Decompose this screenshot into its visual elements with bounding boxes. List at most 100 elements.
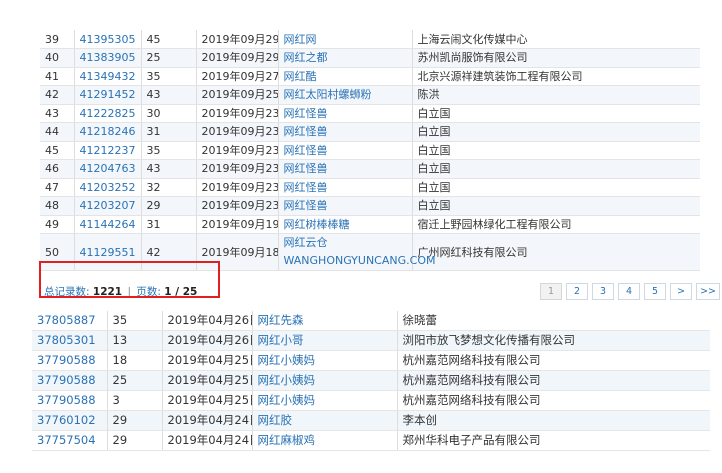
registration-number-link[interactable]: 41203207 bbox=[74, 196, 142, 216]
table-row: 37760102 29 2019年04月24日 网红胶 李本创 bbox=[32, 410, 710, 431]
registration-number-link[interactable]: 41349432 bbox=[74, 67, 142, 86]
class-number: 31 bbox=[141, 215, 197, 234]
trademark-table-top: 3941395305452019年09月29日网红网上海云闹文化传媒中心4041… bbox=[40, 30, 700, 271]
pages-label: 页数: bbox=[136, 286, 161, 298]
page-3-button[interactable]: 3 bbox=[592, 283, 615, 300]
application-date: 2019年04月25日 bbox=[162, 350, 253, 372]
trademark-name-link[interactable]: 网红之都 bbox=[278, 48, 413, 68]
class-number: 43 bbox=[141, 85, 197, 105]
total-label: 总记录数: bbox=[44, 286, 90, 298]
registration-number-link[interactable]: 41291452 bbox=[74, 85, 142, 105]
applicant-name: 白立国 bbox=[412, 159, 700, 179]
applicant-name: 北京兴源祥建筑装饰工程有限公司 bbox=[412, 67, 700, 86]
page-5-button[interactable]: 5 bbox=[644, 283, 667, 300]
class-number: 35 bbox=[141, 141, 197, 160]
registration-number-link[interactable]: 37760102 bbox=[32, 410, 108, 431]
applicant-name: 陈洪 bbox=[412, 85, 700, 105]
application-date: 2019年09月23日 bbox=[196, 122, 279, 142]
page-2-button[interactable]: 2 bbox=[566, 283, 589, 300]
table-row: 4741203252322019年09月23日网红怪兽白立国 bbox=[40, 178, 700, 197]
table-row: 3941395305452019年09月29日网红网上海云闹文化传媒中心 bbox=[40, 30, 700, 49]
application-date: 2019年09月18日 bbox=[196, 233, 279, 271]
class-number: 29 bbox=[107, 430, 163, 451]
row-number: 50 bbox=[40, 233, 75, 271]
class-number: 18 bbox=[107, 350, 163, 372]
application-date: 2019年09月27日 bbox=[196, 67, 279, 86]
class-number: 29 bbox=[107, 410, 163, 431]
row-number: 46 bbox=[40, 159, 75, 179]
table-row: 37805887 35 2019年04月26日 网红先森 徐晓蕾 bbox=[32, 311, 710, 332]
applicant-name: 郑州华科电子产品有限公司 bbox=[397, 430, 710, 451]
trademark-name-link[interactable]: 网红怪兽 bbox=[278, 178, 413, 197]
pagination: 1 2 3 4 5 > >> bbox=[540, 283, 720, 300]
last-page-button[interactable]: >> bbox=[696, 283, 720, 300]
trademark-name-link[interactable]: 网红云仓 WANGHONGYUNCANG.COM bbox=[278, 233, 435, 271]
trademark-name-link[interactable]: 网红怪兽 bbox=[278, 141, 413, 160]
record-summary: 总记录数: 1221 | 页数: 1 / 25 bbox=[44, 284, 197, 299]
class-number: 13 bbox=[107, 330, 163, 352]
trademark-name-link[interactable]: 网红怪兽 bbox=[278, 122, 413, 142]
class-number: 29 bbox=[141, 196, 197, 216]
registration-number-link[interactable]: 37790588 bbox=[32, 390, 108, 411]
trademark-name-link[interactable]: 网红网 bbox=[278, 30, 413, 49]
trademark-name-link[interactable]: 网红先森 bbox=[252, 311, 398, 332]
applicant-name: 苏州凯尚服饰有限公司 bbox=[412, 48, 700, 68]
registration-number-link[interactable]: 37805301 bbox=[32, 330, 108, 352]
table-row: 4541212237352019年09月23日网红怪兽白立国 bbox=[40, 141, 700, 160]
table-row: 37757504 29 2019年04月24日 网红麻椒鸡 郑州华科电子产品有限公司 bbox=[32, 430, 710, 451]
registration-number-link[interactable]: 41222825 bbox=[74, 104, 142, 123]
trademark-name-link[interactable]: 网红酷 bbox=[278, 67, 413, 86]
registration-number-link[interactable]: 41212237 bbox=[74, 141, 142, 160]
row-number: 49 bbox=[40, 215, 75, 234]
table-row: 37790588 3 2019年04月25日 网红小姨妈 杭州嘉范网络科技有限公司 bbox=[32, 390, 710, 411]
registration-number-link[interactable]: 37805887 bbox=[32, 311, 108, 332]
application-date: 2019年04月24日 bbox=[162, 410, 253, 431]
trademark-name-link[interactable]: 网红小哥 bbox=[252, 330, 398, 352]
class-number: 30 bbox=[141, 104, 197, 123]
trademark-name-link[interactable]: 网红怪兽 bbox=[278, 104, 413, 123]
trademark-name-link[interactable]: 网红小姨妈 bbox=[252, 390, 398, 411]
registration-number-link[interactable]: 41144264 bbox=[74, 215, 142, 234]
application-date: 2019年04月26日 bbox=[162, 311, 253, 332]
registration-number-link[interactable]: 41395305 bbox=[74, 30, 142, 49]
trademark-name-link[interactable]: 网红怪兽 bbox=[278, 196, 413, 216]
page-4-button[interactable]: 4 bbox=[618, 283, 641, 300]
row-number: 47 bbox=[40, 178, 75, 197]
applicant-name: 浏阳市放飞梦想文化传播有限公司 bbox=[397, 330, 710, 352]
registration-number-link[interactable]: 37790588 bbox=[32, 370, 108, 392]
page-1-button[interactable]: 1 bbox=[540, 283, 563, 300]
trademark-name-link[interactable]: 网红太阳村螺蛳粉 bbox=[278, 85, 413, 105]
application-date: 2019年09月23日 bbox=[196, 104, 279, 123]
registration-number-link[interactable]: 37790588 bbox=[32, 350, 108, 372]
table-row: 4441218246312019年09月23日网红怪兽白立国 bbox=[40, 122, 700, 142]
trademark-name-link[interactable]: 网红小姨妈 bbox=[252, 350, 398, 372]
registration-number-link[interactable]: 41204763 bbox=[74, 159, 142, 179]
class-number: 25 bbox=[107, 370, 163, 392]
registration-number-link[interactable]: 41203252 bbox=[74, 178, 142, 197]
trademark-name-link[interactable]: 网红树棒棒糖 bbox=[278, 215, 413, 234]
table-row: 4941144264312019年09月19日网红树棒棒糖宿迁上野园林绿化工程有… bbox=[40, 215, 700, 234]
registration-number-link[interactable]: 41218246 bbox=[74, 122, 142, 142]
class-number: 25 bbox=[141, 48, 197, 68]
pages-value: 1 / 25 bbox=[164, 286, 198, 298]
registration-number-link[interactable]: 41129551 bbox=[74, 233, 142, 271]
trademark-name-link[interactable]: 网红胶 bbox=[252, 410, 398, 431]
trademark-name-link[interactable]: 网红怪兽 bbox=[278, 159, 413, 179]
applicant-name: 白立国 bbox=[412, 104, 700, 123]
applicant-name: 杭州嘉范网络科技有限公司 bbox=[397, 370, 710, 392]
trademark-name-link[interactable]: 网红麻椒鸡 bbox=[252, 430, 398, 451]
next-page-button[interactable]: > bbox=[670, 283, 693, 300]
applicant-name: 李本创 bbox=[397, 410, 710, 431]
applicant-name: 白立国 bbox=[412, 122, 700, 142]
applicant-name: 白立国 bbox=[412, 196, 700, 216]
table-row: 4341222825302019年09月23日网红怪兽白立国 bbox=[40, 104, 700, 123]
registration-number-link[interactable]: 37757504 bbox=[32, 430, 108, 451]
application-date: 2019年09月29日 bbox=[196, 30, 279, 49]
application-date: 2019年04月26日 bbox=[162, 330, 253, 352]
registration-number-link[interactable]: 41383905 bbox=[74, 48, 142, 68]
applicant-name: 白立国 bbox=[412, 141, 700, 160]
applicant-name: 杭州嘉范网络科技有限公司 bbox=[397, 350, 710, 372]
class-number: 3 bbox=[107, 390, 163, 411]
trademark-name-link[interactable]: 网红小姨妈 bbox=[252, 370, 398, 392]
table-row: 37790588 18 2019年04月25日 网红小姨妈 杭州嘉范网络科技有限公司 bbox=[32, 350, 710, 372]
